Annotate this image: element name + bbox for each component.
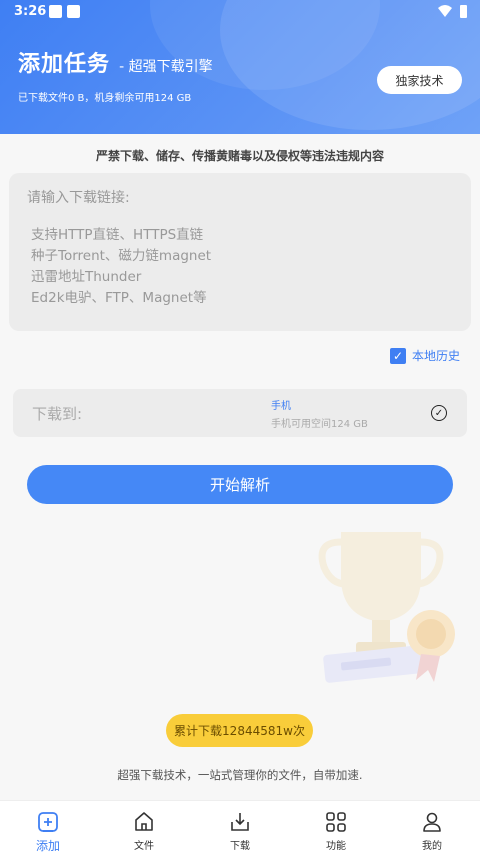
- nav-label: 下载: [230, 841, 250, 852]
- placeholder-line: 迅雷地址Thunder: [31, 269, 142, 285]
- storage-info: 已下载文件0 B，机身剩余可用124 GB: [18, 93, 192, 104]
- legal-notice: 严禁下载、储存、传播黄赌毒以及侵权等违法违规内容: [95, 149, 384, 163]
- home-file-icon: [131, 809, 157, 835]
- status-time: 3:26: [14, 4, 47, 19]
- notification-icon: [49, 5, 62, 18]
- placeholder-line: 支持HTTP直链、HTTPS直链: [31, 227, 204, 243]
- link-input-placeholder-title: 请输入下载链接:: [27, 190, 130, 206]
- exclusive-tech-button[interactable]: 独家技术: [377, 66, 462, 94]
- download-icon: [227, 809, 253, 835]
- destination-device: 手机: [271, 401, 291, 412]
- nav-item-add[interactable]: 添加: [0, 801, 96, 854]
- placeholder-line: Ed2k电驴、FTP、Magnet等: [31, 290, 207, 306]
- title-main: 添加任务: [18, 52, 111, 77]
- nav-item-file[interactable]: 文件: [96, 801, 192, 854]
- title-subtitle: - 超强下载引擎: [119, 59, 213, 75]
- destination-label: 下载到:: [32, 405, 83, 423]
- checkbox-checked-icon[interactable]: ✓: [390, 347, 406, 364]
- nav-label: 我的: [422, 841, 442, 852]
- nav-label: 添加: [35, 839, 60, 853]
- destination-space: 手机可用空间124 GB: [271, 419, 368, 430]
- notification-icon: [67, 5, 80, 18]
- nav-item-features[interactable]: 功能: [288, 801, 384, 854]
- grid-icon: [323, 809, 349, 835]
- nav-item-download[interactable]: 下载: [192, 801, 288, 854]
- nav-item-profile[interactable]: 我的: [384, 801, 480, 854]
- local-history-toggle[interactable]: ✓ 本地历史: [390, 347, 460, 364]
- slogan-text: 超强下载技术，一站式管理你的文件，自带加速.: [117, 768, 363, 782]
- battery-icon: [460, 5, 467, 18]
- add-icon: [35, 809, 61, 835]
- check-circle-icon: ✓: [431, 405, 447, 421]
- start-parse-button[interactable]: 开始解析: [27, 465, 453, 504]
- link-input-placeholder-lines: 支持HTTP直链、HTTPS直链 种子Torrent、磁力链magnet 迅雷地…: [31, 225, 211, 309]
- bottom-nav: 添加 文件 下载 功能 我的: [0, 800, 480, 854]
- local-history-label: 本地历史: [412, 349, 461, 363]
- status-bar: 3:26: [0, 0, 480, 24]
- page-title: 添加任务 - 超强下载引擎: [18, 46, 213, 78]
- user-icon: [419, 809, 445, 835]
- wifi-icon: [438, 5, 452, 17]
- download-link-input[interactable]: 请输入下载链接: 支持HTTP直链、HTTPS直链 种子Torrent、磁力链m…: [9, 173, 471, 331]
- trophy-illustration: [318, 532, 455, 683]
- download-destination-selector[interactable]: 下载到: 手机 手机可用空间124 GB ✓: [13, 389, 467, 437]
- download-count-badge: 累计下载12844581w次: [166, 714, 313, 747]
- nav-label: 文件: [134, 841, 154, 852]
- placeholder-line: 种子Torrent、磁力链magnet: [31, 248, 212, 264]
- nav-label: 功能: [326, 841, 346, 852]
